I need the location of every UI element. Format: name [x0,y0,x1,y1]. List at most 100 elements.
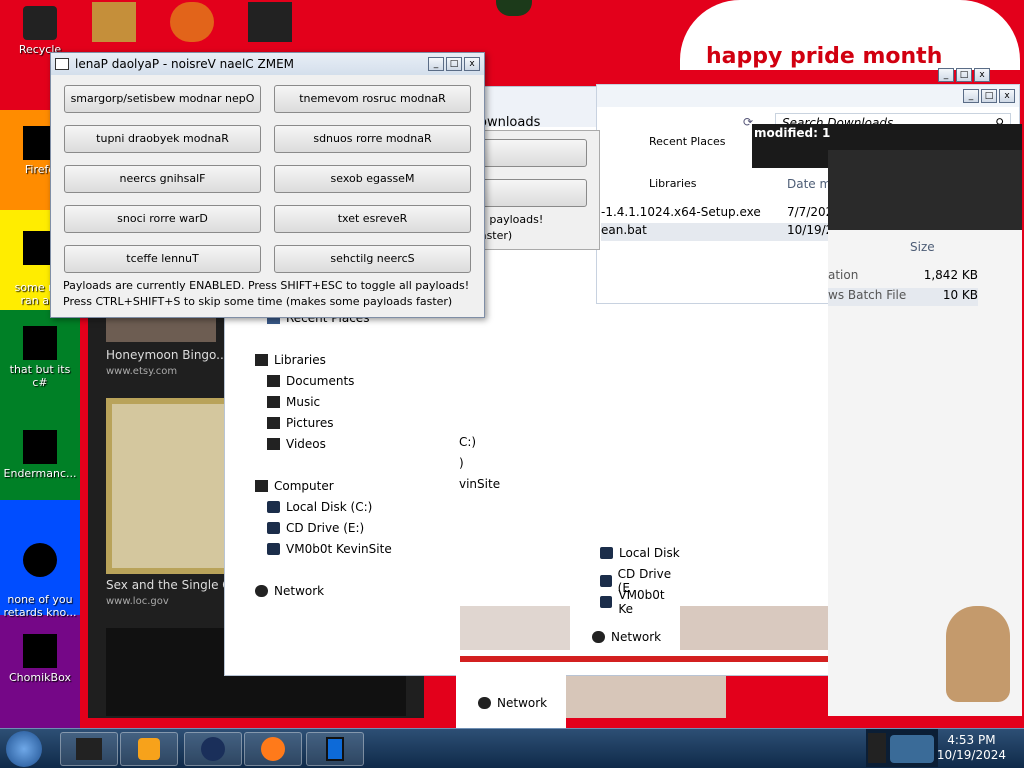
close-button[interactable]: x [974,68,990,82]
globe-icon [201,737,225,761]
browser-item-title[interactable]: Honeymoon Bingo... [106,348,228,362]
desktop-icon-that-but[interactable]: that but its c# [2,326,78,389]
desktop-icon-top-2[interactable] [170,2,214,42]
taskbar-item-media-player[interactable] [120,732,178,766]
nav-cd-drive[interactable]: CD Drive (E:) [267,521,364,535]
maximize-button[interactable]: □ [446,57,462,71]
folder-icon [23,430,57,464]
file-type: ws Batch File [828,288,907,302]
videos-icon [267,438,280,450]
clock-time: 4:53 PM [947,733,996,747]
libraries-icon [255,354,268,366]
nav-pictures[interactable]: Pictures [267,416,334,430]
nav-libraries[interactable]: Libraries [255,353,326,367]
cd-drive-icon [600,575,612,587]
clock[interactable]: 4:53 PM 10/19/2024 [937,733,1006,763]
desktop-icon-recycle-bin[interactable]: Recycle [2,6,78,56]
payload-button-random-error-sounds[interactable]: sdnuos rorre modnaR [274,125,471,153]
network-icon [592,631,605,643]
minimize-button[interactable]: _ [938,68,954,82]
ghost-network[interactable]: Network [592,630,661,644]
size-row[interactable]: ation 1,842 KB [828,268,978,286]
breadcrumb[interactable]: ownloads [479,115,540,130]
close-button[interactable]: x [999,89,1015,103]
ghost-vm[interactable]: VM0b0t Ke [600,588,680,616]
tray-icon[interactable] [868,733,886,763]
file-row[interactable]: ean.bat 10/19/2 [601,223,833,241]
nav-local-disk[interactable]: Local Disk (C:) [267,500,372,514]
payload-button-random-cursor-movement[interactable]: tnemevom rosruc modnaR [274,85,471,113]
start-button[interactable] [6,731,42,767]
local-disk-icon [267,501,280,513]
taskbar: 4:53 PM 10/19/2024 [0,728,1024,768]
payload-button-reverse-text[interactable]: txet esreveR [274,205,471,233]
desktop-icon-top-3[interactable] [248,2,292,42]
ghost-network-2[interactable]: Network [478,696,547,710]
desktop-icon-label: that but its c# [9,363,71,389]
ghost-e-drive: ) [459,456,464,470]
payload-button-message-boxes[interactable]: sexob egasseM [274,165,471,193]
nav-videos[interactable]: Videos [267,437,326,451]
memz-titlebar[interactable]: lenaP daolyaP - noisreV naelC ZMEM _ □ x [51,53,484,75]
chomikbox-icon [23,634,57,668]
documents-icon [267,375,280,387]
file-icon [23,326,57,360]
desktop-icon-top-1[interactable] [92,2,136,42]
taskbar-item-firefox[interactable] [244,732,302,766]
minimize-button[interactable]: _ [428,57,444,71]
minimize-button[interactable]: _ [963,89,979,103]
file-name: ean.bat [601,223,647,237]
network-icon [478,697,491,709]
clock-date: 10/19/2024 [936,748,1006,762]
file-size: 1,842 KB [923,268,978,282]
desktop-icon-none-of-you[interactable]: none of you retards kno... [2,530,78,632]
memz-payload-panel: lenaP daolyaP - noisreV naelC ZMEM _ □ x… [50,52,485,318]
taskbar-item-app[interactable] [306,732,364,766]
pride-banner: happy pride month [680,0,1020,70]
size-row[interactable]: ws Batch File 10 KB [828,288,978,306]
payload-button-open-random-websites[interactable]: smargorp/setisbew modnar nepO [64,85,261,113]
browser-thumbnail[interactable] [106,398,230,574]
pictures-icon [267,417,280,429]
network-drive-icon [600,596,613,608]
nav-documents[interactable]: Documents [267,374,354,388]
payload-button-flashing-screen[interactable]: neercs gnihsalF [64,165,261,193]
top-green-indicator [496,0,532,16]
nav-music[interactable]: Music [267,395,320,409]
payload-button-draw-error-icons[interactable]: snoci rorre warD [64,205,261,233]
nav-computer[interactable]: Computer [255,479,334,493]
desktop-icon-label: none of you retards kno... [3,593,77,619]
desktop-icon-chomikbox[interactable]: ChomikBox [2,634,78,684]
memz-status-note: Payloads are currently ENABLED. Press SH… [63,279,470,292]
ghost-c-drive: C:) [459,435,477,449]
desktop-icon-endermanch[interactable]: Endermanc... [2,430,78,480]
column-header-size[interactable]: Size [910,240,935,254]
sidebar-recent-places[interactable]: Recent Places [649,135,726,148]
music-icon [267,396,280,408]
memz-hint-note: Press CTRL+SHIFT+S to skip some time (ma… [63,295,453,308]
local-disk-icon [600,547,613,559]
ghost-local-disk[interactable]: Local Disk [600,546,680,560]
file-icon [23,543,57,577]
sidebar-libraries[interactable]: Libraries [649,177,697,190]
file-size: 10 KB [942,288,978,302]
firefox-icon [261,737,285,761]
maximize-button[interactable]: □ [956,68,972,82]
hamster-image [946,606,1010,702]
ghost-explorer-pane: Local Disk CD Drive (E VM0b0t Ke Network [570,540,680,670]
payload-button-screen-glitches[interactable]: sehctilg neercS [274,245,471,273]
payload-button-random-keyboard-input[interactable]: tupni draobyek modnaR [64,125,261,153]
explorer-details-titlebar: _ □ x [597,85,1019,107]
nav-vm-kevinsite[interactable]: VM0b0t KevinSite [267,542,392,556]
taskbar-item-globe[interactable] [184,732,242,766]
taskbar-item-explorer[interactable] [60,732,118,766]
tray-camera-icon[interactable] [890,735,934,763]
payload-button-tunnel-effect[interactable]: tceffe lennuT [64,245,261,273]
file-row[interactable]: -1.4.1.1024.x64-Setup.exe 7/7/2024 [601,205,841,223]
maximize-button[interactable]: □ [981,89,997,103]
browser-item-title[interactable]: Sex and the Single C [106,578,231,592]
file-date: 10/19/2 [787,223,834,237]
close-button[interactable]: x [464,57,480,71]
network-icon [255,585,268,597]
nav-network[interactable]: Network [255,584,324,598]
